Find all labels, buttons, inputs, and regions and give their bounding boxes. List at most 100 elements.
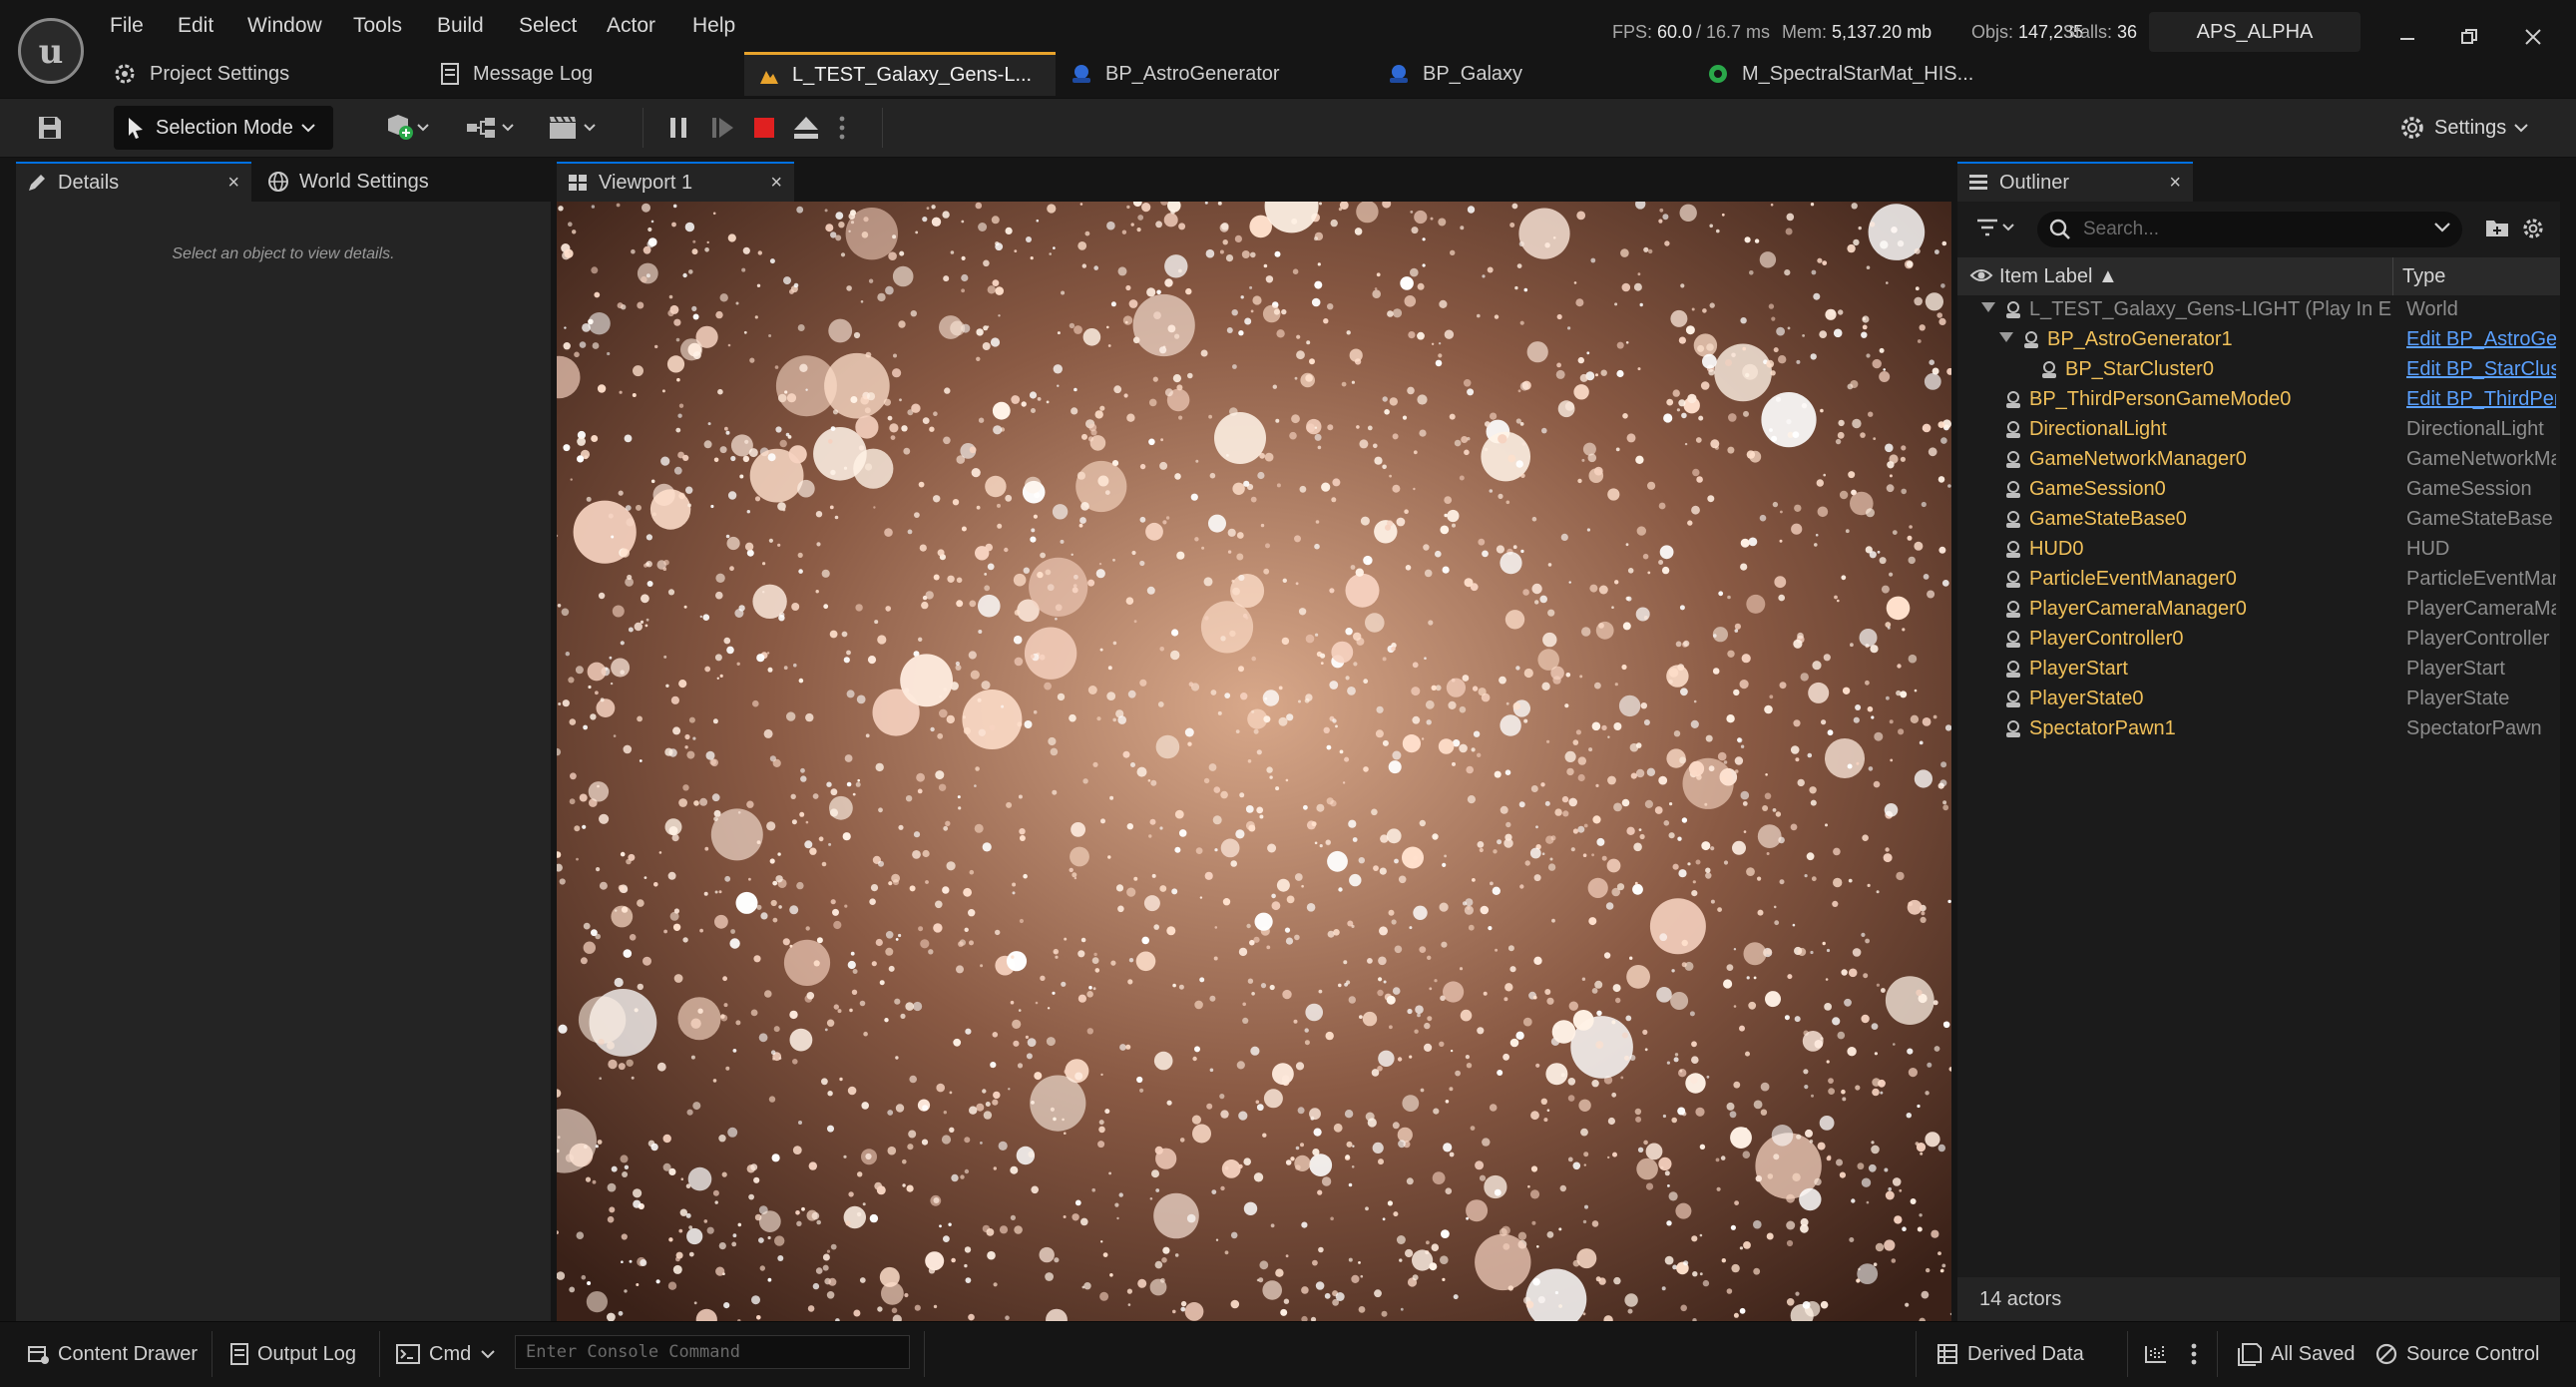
status-more-icon[interactable] (2191, 1337, 2197, 1371)
source-control-disabled-icon (2374, 1342, 2398, 1366)
chevron-down-icon[interactable] (2434, 222, 2450, 233)
console-command-input[interactable]: Enter Console Command (515, 1335, 910, 1369)
actor-icon (2003, 540, 2023, 560)
edit-blueprint-link[interactable]: Edit BP_ThirdPersonGameMode (2406, 388, 2556, 411)
tab-bp-astrogenerator[interactable]: BP_AstroGenerator (1070, 52, 1280, 96)
outliner-row[interactable]: HUD0 HUD (1957, 535, 2560, 565)
restore-icon[interactable] (2452, 20, 2486, 54)
tab-level[interactable]: L_TEST_Galaxy_Gens-L... (744, 52, 1056, 96)
outliner-row[interactable]: BP_AstroGenerator1 Edit BP_AstroGenerator (1957, 325, 2560, 355)
outliner-row[interactable]: SpectatorPawn1 SpectatorPawn (1957, 714, 2560, 744)
save-icon[interactable] (30, 106, 70, 150)
actor-label: PlayerStart (2029, 658, 2128, 680)
unreal-logo-icon[interactable]: u (18, 18, 84, 84)
selection-mode-dropdown[interactable]: Selection Mode (114, 106, 333, 150)
outliner-row[interactable]: BP_ThirdPersonGameMode0 Edit BP_ThirdPers… (1957, 385, 2560, 415)
add-folder-icon[interactable] (2484, 216, 2510, 239)
tab-message-log[interactable]: Message Log (439, 52, 593, 96)
menu-window[interactable]: Window (247, 14, 322, 44)
tab-viewport[interactable]: Viewport 1 × (557, 162, 794, 202)
tab-label: Details (58, 171, 120, 194)
settings-button[interactable]: Settings (2398, 106, 2528, 150)
outliner-row[interactable]: DirectionalLight DirectionalLight (1957, 415, 2560, 445)
outliner-row[interactable]: PlayerCameraManager0 PlayerCameraManager (1957, 595, 2560, 625)
actor-icon (2021, 330, 2041, 350)
level-viewport[interactable] (557, 202, 1951, 1321)
expand-arrow-icon[interactable] (1999, 332, 2013, 342)
tab-outliner[interactable]: Outliner × (1957, 162, 2193, 202)
status-separator (1916, 1331, 1917, 1377)
filter-icon[interactable] (1975, 216, 2019, 241)
actor-label: PlayerController0 (2029, 628, 2184, 650)
outliner-row[interactable]: PlayerController0 PlayerController (1957, 625, 2560, 655)
blueprints-button[interactable] (461, 106, 523, 150)
trace-icon (2143, 1342, 2169, 1366)
derived-data-button[interactable]: Derived Data (1935, 1337, 2084, 1371)
source-control-button[interactable]: Source Control (2374, 1337, 2539, 1371)
menu-actor[interactable]: Actor (607, 14, 655, 44)
outliner-row[interactable]: BP_StarCluster0 Edit BP_StarCluster (1957, 355, 2560, 385)
close-icon[interactable]: × (2169, 172, 2181, 195)
stop-button[interactable] (744, 106, 784, 150)
tab-label: World Settings (299, 170, 429, 193)
edit-blueprint-link[interactable]: Edit BP_AstroGenerator (2406, 328, 2556, 351)
actor-type: SpectatorPawn (2406, 717, 2542, 739)
actor-label: DirectionalLight (2029, 418, 2167, 440)
cinematics-button[interactable] (543, 106, 605, 150)
close-icon[interactable]: × (770, 172, 782, 195)
menu-select[interactable]: Select (519, 14, 577, 44)
pause-button[interactable] (658, 106, 698, 150)
outliner-row[interactable]: GameStateBase0 GameStateBase (1957, 505, 2560, 535)
tab-details[interactable]: Details × (16, 162, 251, 202)
outliner-row[interactable]: ParticleEventManager0 ParticleEventManage… (1957, 565, 2560, 595)
menu-tools[interactable]: Tools (353, 14, 402, 44)
all-saved-label: All Saved (2271, 1342, 2356, 1365)
tab-bp-galaxy[interactable]: BP_Galaxy (1387, 52, 1522, 96)
status-separator (212, 1331, 213, 1377)
outliner-row[interactable]: L_TEST_Galaxy_Gens-LIGHT (Play In Editor… (1957, 295, 2560, 325)
content-drawer-label: Content Drawer (58, 1342, 199, 1365)
tab-project-settings[interactable]: Project Settings (112, 52, 289, 96)
actor-type: PlayerState (2406, 688, 2510, 709)
eject-button[interactable] (786, 106, 826, 150)
content-drawer-button[interactable]: Content Drawer (26, 1337, 198, 1371)
visibility-eye-icon[interactable] (1969, 265, 1993, 285)
play-options-icon[interactable] (832, 106, 852, 150)
tab-material[interactable]: M_SpectralStarMat_HIS... (1706, 52, 1973, 96)
minimize-icon[interactable] (2390, 20, 2424, 54)
close-window-icon[interactable] (2516, 20, 2550, 54)
outliner-row[interactable]: GameSession0 GameSession (1957, 475, 2560, 505)
outliner-search-input[interactable]: Search... (2037, 212, 2462, 247)
tab-world-settings[interactable]: World Settings (257, 162, 537, 202)
actor-label: L_TEST_Galaxy_Gens-LIGHT (Play In Editor… (2029, 298, 2392, 320)
actor-icon (2003, 390, 2023, 410)
outliner-row[interactable]: PlayerStart PlayerStart (1957, 655, 2560, 685)
cmd-dropdown[interactable]: Cmd (395, 1337, 495, 1371)
frame-skip-button[interactable] (702, 106, 742, 150)
expand-arrow-icon[interactable] (1981, 302, 1995, 312)
actor-count: 14 actors (1957, 1277, 2560, 1321)
save-all-button[interactable]: All Saved (2237, 1337, 2356, 1371)
menu-edit[interactable]: Edit (178, 14, 214, 44)
actor-icon (2003, 660, 2023, 680)
column-type[interactable]: Type (2402, 265, 2445, 288)
actor-icon (2003, 600, 2023, 620)
outliner-row[interactable]: GameNetworkManager0 GameNetworkManager (1957, 445, 2560, 475)
close-icon[interactable]: × (227, 172, 239, 195)
outliner-icon (1967, 172, 1989, 194)
menu-file[interactable]: File (110, 14, 144, 44)
edit-blueprint-link[interactable]: Edit BP_StarCluster (2406, 358, 2556, 381)
toolbar-separator (882, 108, 883, 148)
gear-icon[interactable] (2520, 216, 2546, 241)
output-log-button[interactable]: Output Log (229, 1337, 356, 1371)
actor-type: HUD (2406, 538, 2450, 560)
actor-icon (2003, 480, 2023, 500)
trace-button[interactable] (2143, 1337, 2169, 1371)
log-icon (439, 62, 461, 86)
menu-build[interactable]: Build (437, 14, 484, 44)
outliner-row[interactable]: PlayerState0 PlayerState (1957, 685, 2560, 714)
column-item-label[interactable]: Item Label ▲ (1999, 265, 2118, 288)
menu-help[interactable]: Help (692, 14, 735, 44)
add-actor-button[interactable] (375, 106, 441, 150)
actor-type: PlayerController (2406, 628, 2550, 650)
